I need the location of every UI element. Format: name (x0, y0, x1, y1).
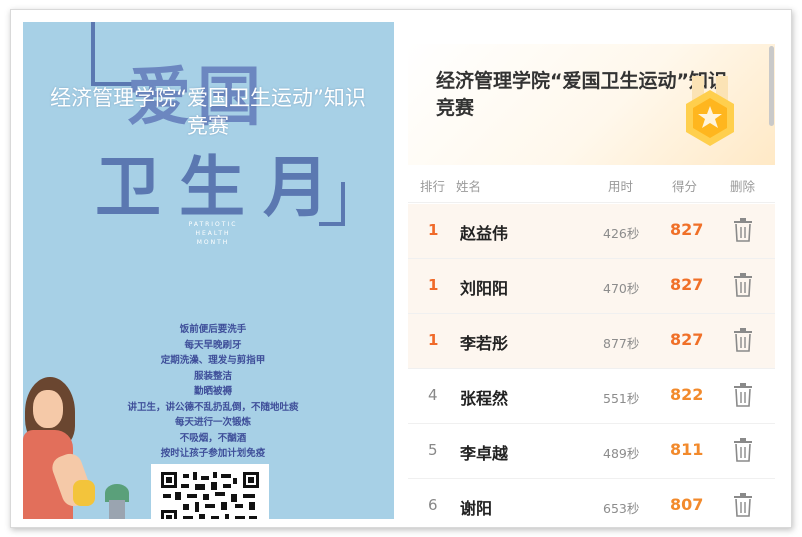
poster-image: 爱国 卫生月 经济管理学院“爱国卫生运动”知识竞赛 PATRIOTIC HEAL… (23, 22, 394, 519)
table-row: 5 李卓越 489秒 811 (408, 424, 775, 479)
plant-pot (109, 500, 125, 519)
column-rank: 排行 (420, 179, 446, 194)
trash-icon[interactable] (733, 328, 753, 352)
trash-icon[interactable] (733, 438, 753, 462)
table-row: 1 赵益伟 426秒 827 (408, 204, 775, 259)
poster-tip: 勤晒被褥 (193, 386, 232, 397)
row-time: 653秒 (603, 501, 640, 516)
qr-code-image (151, 464, 269, 519)
row-name: 刘阳阳 (460, 279, 509, 298)
poster-tip: 每天早晚刷牙 (184, 339, 242, 351)
row-rank: 1 (428, 221, 439, 239)
trash-icon[interactable] (733, 493, 753, 517)
row-score: 822 (670, 385, 704, 404)
trash-icon[interactable] (733, 383, 753, 407)
row-time: 877秒 (603, 336, 640, 351)
poster-tips: 饭前便后要洗手 每天早晚刷牙 定期洗澡、理发与剪指甲 服装整洁 勤晒被褥 讲卫生… (83, 322, 343, 462)
row-time: 426秒 (603, 226, 640, 241)
row-rank: 6 (428, 496, 438, 514)
column-name: 姓名 (456, 179, 482, 194)
row-score: 807 (670, 495, 704, 514)
cleaning-woman-glove (73, 480, 95, 506)
row-score: 827 (670, 220, 704, 239)
cleaning-woman-face (33, 390, 63, 428)
poster-tip: 饭前便后要洗手 (179, 324, 247, 335)
scrollbar-thumb[interactable] (769, 46, 774, 126)
row-score: 827 (670, 330, 704, 349)
poster-tip: 定期洗澡、理发与剪指甲 (160, 355, 266, 366)
row-score: 827 (670, 275, 704, 294)
table-row: 1 李若彤 877秒 827 (408, 314, 775, 369)
star-medal-icon (672, 76, 748, 156)
column-score: 得分 (672, 179, 698, 194)
row-name: 张程然 (460, 389, 509, 408)
row-name: 李卓越 (460, 444, 509, 463)
column-delete: 删除 (730, 179, 756, 194)
table-row: 4 张程然 551秒 822 (408, 369, 775, 424)
row-score: 811 (670, 440, 704, 459)
row-name: 李若彤 (460, 334, 509, 353)
poster-tip: 每天进行一次锻炼 (174, 417, 251, 428)
row-rank: 5 (428, 441, 438, 459)
leaderboard-panel: 经济管理学院“爱国卫生运动”知识竞赛 排行 姓名 用时 得分 删除 1 赵益伟 (408, 44, 775, 524)
poster-tip: 不吸烟，不酗酒 (179, 432, 247, 444)
row-name: 赵益伟 (460, 224, 509, 243)
row-name: 谢阳 (460, 499, 493, 518)
qr-code-icon (161, 472, 259, 519)
poster-overlay-title: 经济管理学院“爱国卫生运动”知识竞赛 (50, 86, 366, 138)
row-time: 470秒 (603, 281, 640, 296)
row-rank: 1 (428, 276, 439, 294)
row-time: 489秒 (603, 446, 640, 461)
column-time: 用时 (608, 179, 634, 194)
trash-icon[interactable] (733, 273, 753, 297)
table-row: 1 刘阳阳 470秒 827 (408, 259, 775, 314)
screenshot-frame: 爱国 卫生月 经济管理学院“爱国卫生运动”知识竞赛 PATRIOTIC HEAL… (10, 9, 792, 528)
table-row: 6 谢阳 653秒 807 (408, 479, 775, 524)
poster-tip: 按时让孩子参加计划免疫 (160, 448, 266, 459)
leaderboard-column-headers: 排行 姓名 用时 得分 删除 (408, 166, 775, 203)
leaderboard-header: 经济管理学院“爱国卫生运动”知识竞赛 (408, 44, 775, 165)
row-rank: 1 (428, 331, 439, 349)
poster-english-subtitle: PATRIOTIC HEALTH MONTH (188, 221, 238, 246)
poster-tip: 服装整洁 (193, 370, 232, 382)
row-time: 551秒 (603, 391, 640, 406)
trash-icon[interactable] (733, 218, 753, 242)
row-rank: 4 (428, 386, 438, 404)
poster-tip: 讲卫生，讲公德不乱扔乱倒，不随地吐痰 (127, 401, 299, 413)
poster-big-title-2: 卫生月 (95, 148, 347, 226)
